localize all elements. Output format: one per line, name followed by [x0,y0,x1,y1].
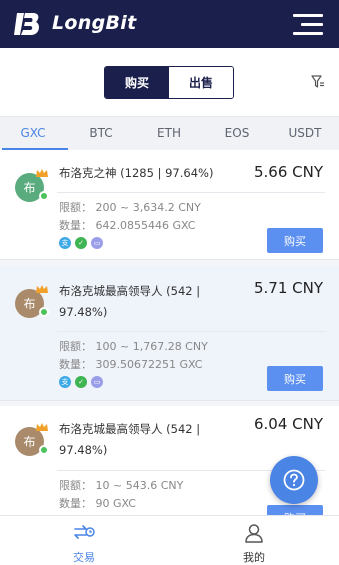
crown-icon [36,423,48,431]
quantity-value: 90 GXC [95,497,136,510]
listing-card: 布 布洛克之神 (1285 | 97.64%) 5.66 CNY 限额： 200… [0,150,339,260]
tab-eth[interactable]: ETH [140,117,198,150]
limit-label: 限额： [59,201,92,214]
bottom-navigation: 交易 我的 [0,515,339,565]
quantity-value: 309.50672251 GXC [95,358,203,371]
tab-eos[interactable]: EOS [208,117,266,150]
listing-card: 布 布洛克城最高领导人 (542 | 97.48%) 5.71 CNY 限额： … [0,266,339,401]
limit-row: 限额： 100 ~ 1,767.28 CNY [59,339,208,355]
buy-sell-toggle: 购买 出售 [104,66,234,99]
price: 5.71 CNY [254,279,324,297]
help-question-icon [283,469,305,491]
quantity-label: 数量： [59,358,92,371]
nav-item-profile[interactable]: 我的 [214,516,294,565]
alipay-icon: 支 [59,237,71,249]
limit-row: 限额： 200 ~ 3,634.2 CNY [59,200,201,216]
quantity-label: 数量： [59,497,92,510]
nav-label-trade: 交易 [73,551,95,564]
limit-label: 限额： [59,340,92,353]
limit-value: 100 ~ 1,767.28 CNY [95,340,208,353]
limit-value: 200 ~ 3,634.2 CNY [95,201,201,214]
user-profile-icon [245,524,263,543]
merchant-name[interactable]: 布洛克之神 (1285 | 97.64%) [59,163,229,184]
buy-button[interactable]: 购买 [267,228,323,253]
limit-value: 10 ~ 543.6 CNY [95,479,184,492]
bank-card-icon: ▭ [91,237,103,249]
alipay-icon: 支 [59,376,71,388]
payment-methods: 支 ✓ ▭ [59,237,103,249]
merchant-name[interactable]: 布洛克城最高领导人 (542 | 97.48%) [59,281,229,323]
crown-icon [36,169,48,177]
buy-tab-button[interactable]: 购买 [105,67,169,98]
coin-tabs: GXC BTC ETH EOS USDT [0,116,339,150]
trade-toggle-bar: 购买 出售 [0,48,339,116]
filter-icon[interactable] [311,75,325,89]
nav-label-profile: 我的 [243,551,265,564]
sell-tab-button[interactable]: 出售 [169,67,233,98]
payment-methods: 支 ✓ ▭ [59,376,103,388]
quantity-value: 642.0855446 GXC [95,219,196,232]
tab-gxc[interactable]: GXC [4,117,62,150]
quantity-row: 数量： 642.0855446 GXC [59,218,195,234]
merchant-name[interactable]: 布洛克城最高领导人 (542 | 97.48%) [59,419,229,461]
limit-label: 限额： [59,479,92,492]
buy-button[interactable]: 购买 [267,366,323,391]
wechat-pay-icon: ✓ [75,376,87,388]
nav-item-trade[interactable]: 交易 [44,516,124,565]
bank-card-icon: ▭ [91,376,103,388]
wechat-pay-icon: ✓ [75,237,87,249]
quantity-row: 数量： 90 GXC [59,496,136,512]
crown-icon [36,285,48,293]
tab-usdt[interactable]: USDT [276,117,334,150]
card-divider [57,331,325,332]
card-divider [57,192,325,193]
price: 5.66 CNY [254,163,324,181]
hamburger-menu-icon[interactable] [293,14,323,36]
online-status-dot [39,445,49,455]
trade-exchange-icon [74,525,95,539]
limit-row: 限额： 10 ~ 543.6 CNY [59,478,183,494]
quantity-row: 数量： 309.50672251 GXC [59,357,202,373]
online-status-dot [39,191,49,201]
help-button[interactable] [270,456,318,504]
app-name: LongBit [52,12,137,34]
tab-btc[interactable]: BTC [72,117,130,150]
online-status-dot [39,307,49,317]
quantity-label: 数量： [59,219,92,232]
price: 6.04 CNY [254,415,324,433]
longbit-logo-icon [14,13,39,35]
app-header: LongBit [0,0,339,48]
